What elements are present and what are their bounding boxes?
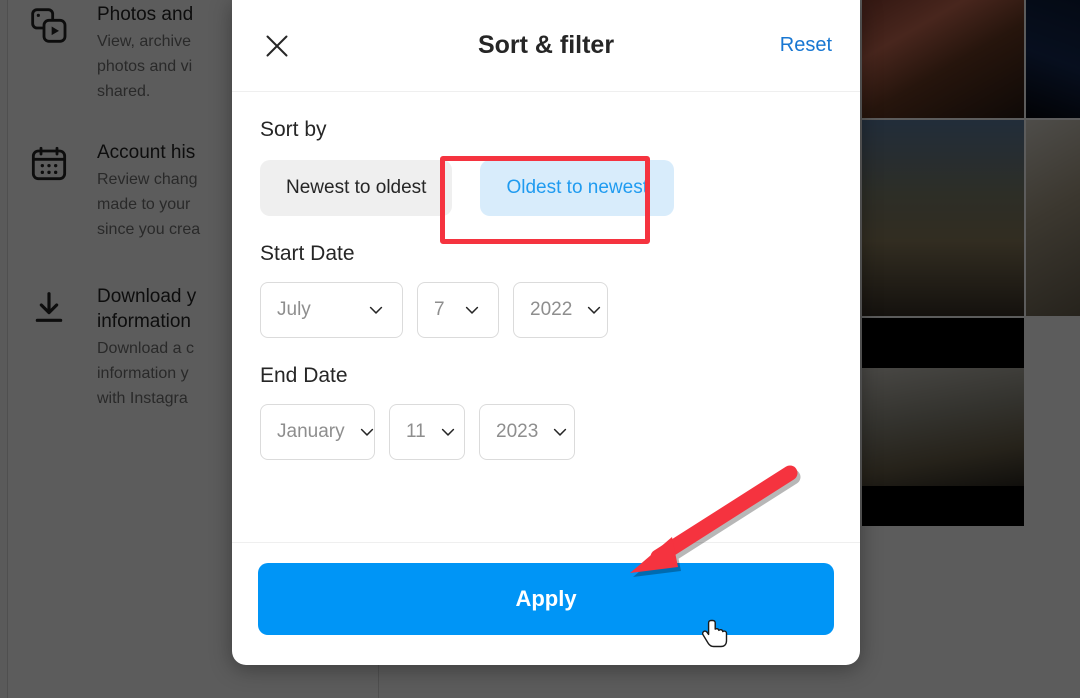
end-date-day-select[interactable]: 11 [389, 404, 465, 460]
chevron-down-icon [441, 428, 454, 436]
page-title: Sort & filter [477, 31, 615, 59]
modal-body: Sort by Newest to oldest Oldest to newes… [232, 92, 860, 542]
end-date-year-select[interactable]: 2023 [479, 404, 575, 460]
start-date-selects: July 7 2022 [260, 282, 832, 338]
end-date-label: End Date [260, 364, 348, 387]
modal-header: Sort & filter Reset [232, 0, 860, 92]
chevron-down-icon [588, 306, 601, 314]
sort-option-oldest-to-newest[interactable]: Oldest to newest [480, 160, 674, 216]
end-date-year-value: 2023 [496, 421, 539, 442]
start-date-label: Start Date [260, 242, 355, 265]
screen: Photos and View, archive photos and vi s… [0, 0, 1080, 698]
modal-footer: Apply [232, 542, 860, 665]
chevron-down-icon [465, 306, 479, 314]
sort-options-group: Newest to oldest Oldest to newest [260, 160, 832, 216]
start-date-day-value: 7 [434, 299, 445, 320]
end-date-month-value: January [277, 421, 345, 442]
end-date-day-value: 11 [406, 421, 426, 442]
start-date-month-select[interactable]: July [260, 282, 403, 338]
start-date-month-value: July [277, 299, 311, 320]
sort-and-filter-modal: Sort & filter Reset Sort by Newest to ol… [232, 0, 860, 665]
end-date-month-select[interactable]: January [260, 404, 375, 460]
apply-button[interactable]: Apply [258, 563, 834, 635]
sort-by-label: Sort by [260, 118, 327, 141]
close-icon[interactable] [260, 29, 294, 63]
start-date-year-select[interactable]: 2022 [513, 282, 608, 338]
chevron-down-icon [369, 306, 383, 314]
chevron-down-icon [360, 428, 373, 436]
end-date-selects: January 11 2023 [260, 404, 832, 460]
reset-button[interactable]: Reset [780, 34, 832, 57]
sort-option-newest-to-oldest[interactable]: Newest to oldest [260, 160, 453, 216]
start-date-day-select[interactable]: 7 [417, 282, 499, 338]
chevron-down-icon [554, 428, 567, 436]
start-date-year-value: 2022 [530, 299, 573, 320]
